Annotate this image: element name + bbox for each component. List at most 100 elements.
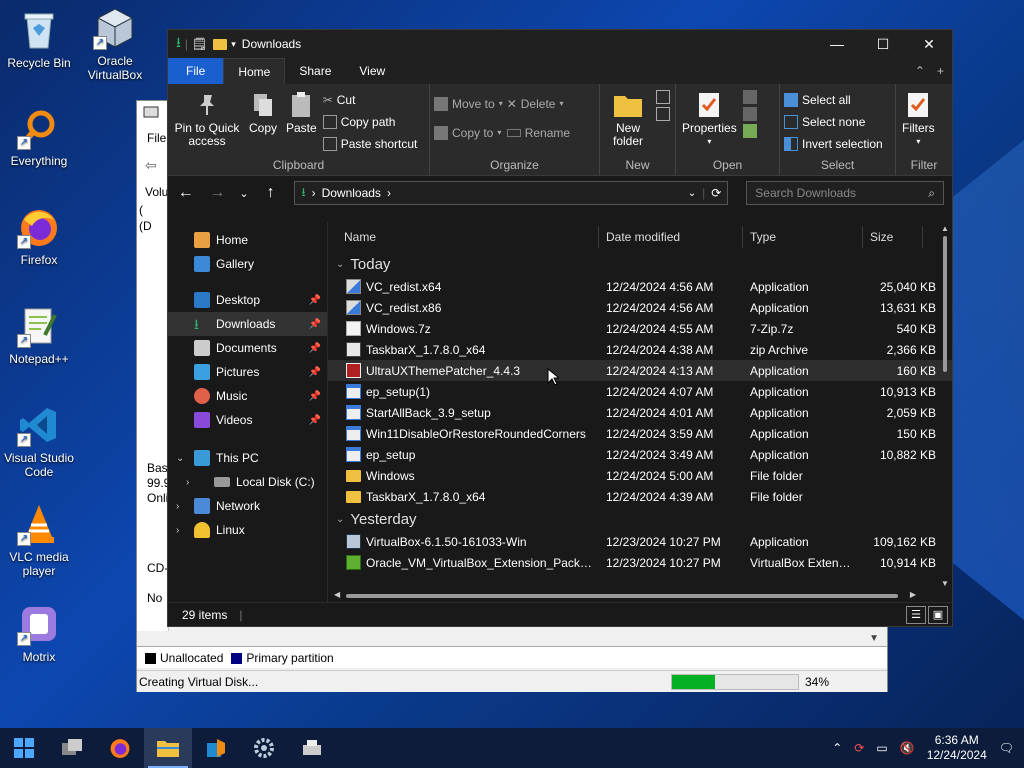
tab-share[interactable]: Share — [285, 58, 345, 84]
open-icon[interactable] — [742, 90, 757, 104]
properties-button[interactable]: Properties ▾ — [680, 88, 739, 157]
disk-mgmt-volume-row[interactable]: ( — [139, 203, 143, 217]
volume-muted-icon[interactable]: 🔇 — [900, 741, 915, 755]
tab-file[interactable]: File — [168, 58, 224, 84]
nav-item-downloads[interactable]: ⭳ Downloads 📌 — [168, 312, 327, 336]
desktop-icon-recycle-bin[interactable]: Recycle Bin — [0, 8, 78, 70]
recent-locations-chevron-icon[interactable]: ⌄ — [239, 187, 249, 200]
disk-mgmt-volume-row[interactable]: (D — [139, 219, 152, 233]
scroll-down-icon[interactable]: ▼ — [941, 579, 949, 588]
nav-item-music[interactable]: Music 📌 — [168, 384, 327, 408]
scroll-right-icon[interactable]: ▶ — [910, 590, 916, 599]
nav-item-linux[interactable]: › Linux — [168, 518, 327, 542]
new-folder-quick-icon[interactable] — [213, 38, 228, 50]
vertical-scrollbar[interactable]: ▲ ▼ — [940, 222, 950, 602]
desktop-icon-vscode[interactable]: ↗ Visual Studio Code — [0, 403, 78, 479]
new-item-icon[interactable] — [656, 90, 670, 104]
file-row[interactable]: UltraUXThemePatcher_4.4.3 12/24/2024 4:13… — [328, 360, 952, 381]
select-all-button[interactable]: Select all — [784, 90, 883, 109]
vertical-scroll-thumb[interactable] — [943, 236, 947, 372]
quick-access-dropdown-icon[interactable]: ▾ — [231, 39, 236, 50]
nav-item-local-disk[interactable]: › Local Disk (C:) — [168, 470, 327, 494]
taskbar-settings[interactable] — [240, 728, 288, 768]
chevron-right-icon[interactable]: › — [186, 477, 189, 488]
scroll-up-icon[interactable]: ▲ — [941, 224, 949, 233]
sync-status-icon[interactable]: ⟳ — [854, 741, 864, 755]
desktop-icon-virtualbox[interactable]: ↗ Oracle VirtualBox — [76, 6, 154, 82]
help-plus-icon[interactable]: + — [937, 64, 944, 78]
chevron-right-icon[interactable]: › — [176, 501, 179, 512]
address-dropdown-icon[interactable]: ⌄ — [688, 188, 696, 199]
nav-item-videos[interactable]: Videos 📌 — [168, 408, 327, 432]
details-view-button[interactable]: ☰ — [906, 605, 926, 624]
minimize-button[interactable]: — — [814, 30, 860, 58]
pin-quick-access-button[interactable]: Pin to Quick access — [172, 88, 242, 157]
disk-mgmt-menu-file[interactable]: File — [147, 131, 166, 145]
nav-item-home[interactable]: Home — [168, 228, 327, 252]
large-icons-view-button[interactable]: ▣ — [928, 605, 948, 624]
desktop-icon-notepadpp[interactable]: ↗ Notepad++ — [0, 304, 78, 366]
group-header-today[interactable]: ⌄ Today — [328, 252, 952, 276]
clock[interactable]: 6:36 AM 12/24/2024 — [927, 733, 987, 763]
maximize-button[interactable]: ☐ — [860, 30, 906, 58]
horizontal-scrollbar[interactable]: ◀ ▶ — [334, 590, 938, 602]
chevron-down-icon[interactable]: ⌄ — [176, 453, 184, 464]
desktop-icon-everything[interactable]: ↗ Everything — [0, 106, 78, 168]
edit-icon[interactable] — [742, 107, 757, 121]
forward-arrow-icon[interactable]: → — [208, 184, 228, 202]
desktop-icon-vlc[interactable]: ↗ VLC media player — [0, 502, 78, 578]
taskbar-file-explorer[interactable] — [144, 728, 192, 768]
task-view-button[interactable] — [48, 728, 96, 768]
taskbar-disk-tool[interactable] — [288, 728, 336, 768]
history-icon[interactable] — [742, 124, 757, 138]
delete-button[interactable]: ✕ Delete ▾ — [507, 94, 570, 113]
filters-button[interactable]: Filters ▾ — [900, 88, 937, 157]
nav-item-network[interactable]: › Network — [168, 494, 327, 518]
close-button[interactable]: ✕ — [906, 30, 952, 58]
column-header-type[interactable]: Type — [750, 222, 776, 252]
breadcrumb-downloads[interactable]: Downloads — [322, 186, 381, 200]
disk-mgmt-back-icon[interactable]: ⇦ — [145, 157, 157, 174]
select-none-button[interactable]: Select none — [784, 112, 883, 131]
file-row[interactable]: VC_redist.x64 12/24/2024 4:56 AM Applicati… — [328, 276, 952, 297]
desktop-icon-firefox[interactable]: ↗ Firefox — [0, 205, 78, 267]
nav-item-this-pc[interactable]: ⌄ This PC — [168, 446, 327, 470]
cut-button[interactable]: ✂ Cut — [323, 90, 418, 109]
scroll-down-icon[interactable]: ▼ — [869, 633, 879, 644]
file-explorer-window[interactable]: ⭳ | 🗒 ▾ Downloads — ☐ ✕ File Home Share … — [167, 29, 953, 627]
up-arrow-icon[interactable]: ↑ — [261, 184, 281, 202]
easy-access-icon[interactable] — [656, 107, 670, 121]
nav-item-pictures[interactable]: Pictures 📌 — [168, 360, 327, 384]
file-row[interactable]: Win11DisableOrRestoreRoundedCorners 12/24… — [328, 423, 952, 444]
file-row[interactable]: VirtualBox-6.1.50-161033-Win 12/23/2024 1… — [328, 531, 952, 552]
invert-selection-button[interactable]: Invert selection — [784, 134, 883, 153]
file-row[interactable]: Oracle_VM_VirtualBox_Extension_Pack-6...… — [328, 552, 952, 573]
desktop-icon-motrix[interactable]: ↗ Motrix — [0, 602, 78, 664]
file-row[interactable]: ep_setup 12/24/2024 3:49 AM Application 10,… — [328, 444, 952, 465]
copy-path-button[interactable]: Copy path — [322, 112, 418, 131]
collapse-ribbon-icon[interactable]: ⌃ — [915, 64, 925, 78]
nav-item-documents[interactable]: Documents 📌 — [168, 336, 327, 360]
file-list[interactable]: Name Date modified Type Size ⌄ Today VC_r… — [328, 222, 952, 602]
address-input[interactable]: ⭳ › Downloads › ⌄ | ⟳ — [294, 181, 729, 205]
network-status-icon[interactable]: ▭ — [876, 741, 887, 755]
move-to-button[interactable]: Move to ▾ — [434, 94, 503, 113]
start-button[interactable] — [0, 728, 48, 768]
file-row[interactable]: TaskbarX_1.7.8.0_x64 12/24/2024 4:38 AM zi… — [328, 339, 952, 360]
file-row[interactable]: Windows.7z 12/24/2024 4:55 AM 7-Zip.7z 540 … — [328, 318, 952, 339]
file-row[interactable]: VC_redist.x86 12/24/2024 4:56 AM Applicati… — [328, 297, 952, 318]
new-folder-button[interactable]: New folder — [604, 88, 652, 157]
copy-to-button[interactable]: Copy to ▾ — [434, 123, 503, 142]
file-row[interactable]: TaskbarX_1.7.8.0_x64 12/24/2024 4:39 AM Fi… — [328, 486, 952, 507]
horizontal-scroll-thumb[interactable] — [346, 594, 898, 598]
taskbar-firefox[interactable] — [96, 728, 144, 768]
tab-view[interactable]: View — [345, 58, 399, 84]
refresh-icon[interactable]: ⟳ — [711, 186, 721, 200]
nav-item-gallery[interactable]: Gallery — [168, 252, 327, 276]
nav-item-desktop[interactable]: Desktop 📌 — [168, 288, 327, 312]
chevron-right-icon[interactable]: › — [176, 525, 179, 536]
properties-quick-icon[interactable]: 🗒 — [192, 37, 207, 51]
tab-home[interactable]: Home — [223, 58, 286, 84]
file-row[interactable]: StartAllBack_3.9_setup 12/24/2024 4:01 AM… — [328, 402, 952, 423]
show-hidden-icons-chevron-icon[interactable]: ⌃ — [832, 741, 842, 755]
